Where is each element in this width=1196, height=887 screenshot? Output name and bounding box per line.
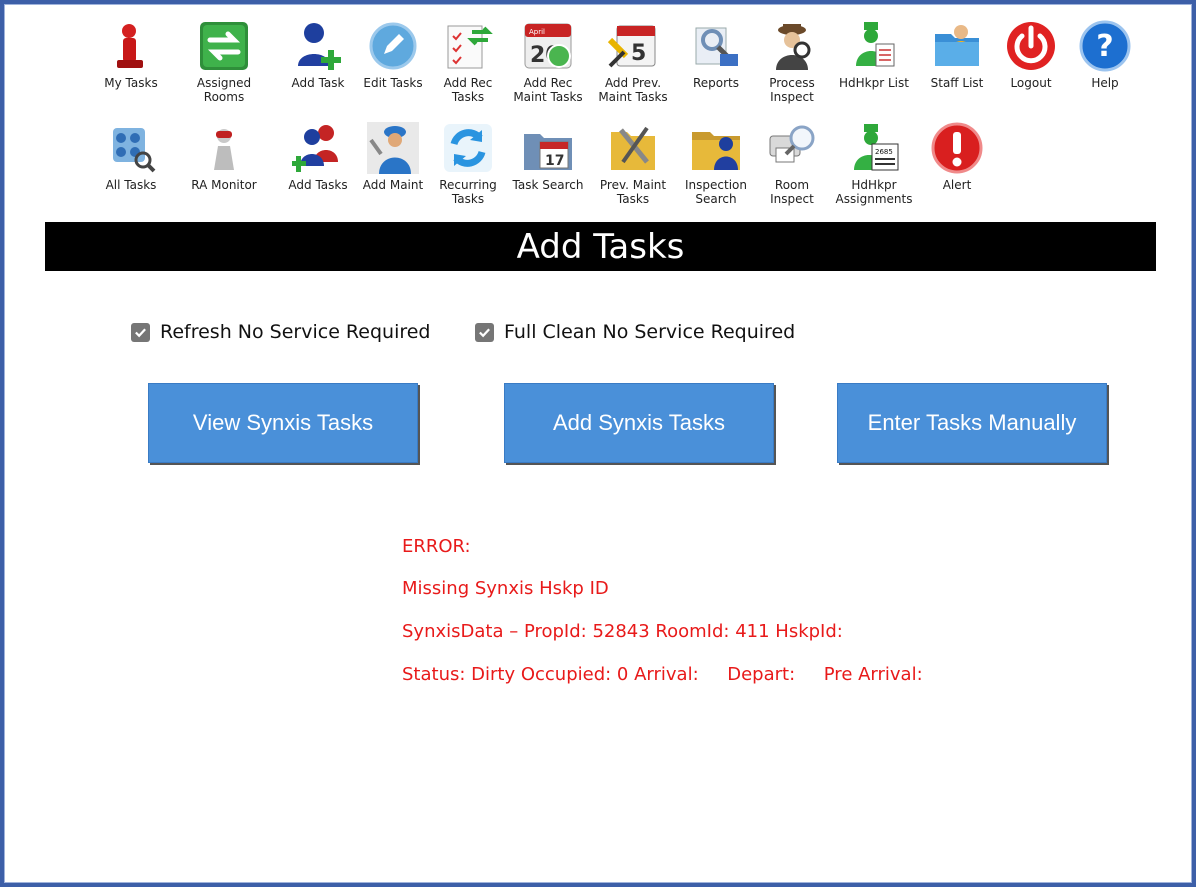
nav-label: Recurring Tasks [439, 178, 497, 206]
nav-add-maint[interactable]: Add Maint [351, 122, 435, 218]
nav-process-inspect[interactable]: Process Inspect [750, 20, 834, 116]
nav-label: My Tasks [104, 76, 158, 90]
enter-tasks-manually-button[interactable]: Enter Tasks Manually [837, 383, 1107, 463]
error-synxis-data: SynxisData – PropId: 52843 RoomId: 411 H… [402, 621, 843, 642]
nav-label: Assigned Rooms [196, 76, 252, 104]
refresh-no-service-option[interactable]: Refresh No Service Required [131, 320, 431, 344]
nav-help[interactable]: ? Help [1063, 20, 1147, 116]
reports-icon [695, 27, 738, 66]
error-message: Missing Synxis Hskp ID [402, 578, 609, 599]
nav-assigned-rooms[interactable]: Assigned Rooms [182, 20, 266, 116]
svg-text:?: ? [1096, 29, 1113, 64]
nav-label: Staff List [930, 76, 984, 90]
my-tasks-icon [117, 24, 143, 68]
nav-label: All Tasks [105, 178, 157, 192]
page-title: Add Tasks [45, 222, 1156, 271]
process-inspect-icon [776, 24, 811, 70]
nav-logout[interactable]: Logout [989, 20, 1073, 116]
alert-icon [931, 122, 983, 174]
add-task-icon [298, 23, 341, 70]
nav-label: Process Inspect [769, 76, 815, 104]
help-icon: ? [1079, 20, 1131, 72]
nav-label: Task Search [512, 178, 584, 192]
nav-label: Alert [942, 178, 972, 192]
svg-text:5: 5 [631, 41, 646, 66]
nav-room-inspect[interactable]: Room Inspect [750, 122, 834, 218]
nav-label: Add Prev. Maint Tasks [598, 76, 668, 104]
nav-add-rec-tasks[interactable]: Add Rec Tasks [426, 20, 510, 116]
nav-add-prev-maint-tasks[interactable]: 5 Add Prev. Maint Tasks [591, 20, 675, 116]
error-status: Status: Dirty Occupied: 0 Arrival: Depar… [402, 664, 923, 685]
nav-add-tasks[interactable]: Add Tasks [276, 122, 360, 218]
full-clean-no-service-checkbox[interactable] [475, 322, 494, 342]
nav-ra-monitor[interactable]: RA Monitor [182, 122, 266, 218]
nav-label: Add Tasks [288, 178, 348, 192]
refresh-no-service-label: Refresh No Service Required [160, 321, 431, 343]
nav-label: HdHkpr Assignments [835, 178, 913, 206]
checkmark-icon [479, 327, 490, 337]
nav-label: Help [1091, 76, 1119, 90]
nav-label: Add Rec Maint Tasks [513, 76, 583, 104]
nav-edit-tasks[interactable]: Edit Tasks [351, 20, 435, 116]
nav-my-tasks[interactable]: My Tasks [89, 20, 173, 116]
nav-label: Add Task [291, 76, 345, 90]
nav-staff-list[interactable]: Staff List [915, 20, 999, 116]
error-heading: ERROR: [402, 536, 471, 557]
add-rec-tasks-icon [447, 25, 493, 69]
full-clean-no-service-option[interactable]: Full Clean No Service Required [475, 320, 795, 344]
nav-prev-maint-tasks[interactable]: Prev. Maint Tasks [591, 122, 675, 218]
nav-recurring-tasks[interactable]: Recurring Tasks [426, 122, 510, 218]
nav-label: Room Inspect [770, 178, 814, 206]
full-clean-no-service-label: Full Clean No Service Required [504, 321, 796, 343]
add-maint-icon [367, 122, 419, 174]
nav-task-search[interactable]: 17 Task Search [506, 122, 590, 218]
nav-label: Reports [692, 76, 740, 90]
nav-inspection-search[interactable]: Inspection Search [674, 122, 758, 218]
add-rec-maint-tasks-icon: April 20 [524, 23, 572, 69]
nav-hdhkpr-assignments[interactable]: 2685 HdHkpr Assignments [832, 122, 916, 218]
hdhkpr-assignments-icon: 2685 [854, 124, 899, 171]
svg-text:17: 17 [545, 153, 564, 169]
nav-add-task[interactable]: Add Task [276, 20, 360, 116]
nav-label: HdHkpr List [839, 76, 909, 90]
all-tasks-icon [113, 128, 156, 173]
add-synxis-tasks-button[interactable]: Add Synxis Tasks [504, 383, 774, 463]
add-prev-maint-tasks-icon: 5 [607, 25, 656, 68]
logout-icon [1007, 22, 1055, 70]
assigned-rooms-icon [200, 22, 248, 70]
task-search-icon: 17 [524, 134, 572, 170]
nav-label: Add Rec Tasks [443, 76, 493, 104]
room-inspect-icon [769, 125, 815, 163]
nav-label: Inspection Search [685, 178, 747, 206]
prev-maint-tasks-icon [611, 126, 655, 170]
nav-hdhkpr-list[interactable]: HdHkpr List [832, 20, 916, 116]
add-tasks-icon [292, 125, 338, 172]
view-synxis-tasks-button[interactable]: View Synxis Tasks [148, 383, 418, 463]
nav-add-rec-maint-tasks[interactable]: April 20 Add Rec Maint Tasks [506, 20, 590, 116]
refresh-no-service-checkbox[interactable] [131, 322, 150, 342]
nav-label: Prev. Maint Tasks [599, 178, 667, 206]
recurring-tasks-icon [444, 124, 492, 172]
checkmark-icon [135, 327, 146, 337]
svg-text:April: April [529, 28, 545, 36]
nav-label: Add Maint [362, 178, 424, 192]
staff-list-icon [935, 25, 979, 66]
nav-label: RA Monitor [191, 178, 257, 192]
svg-text:2685: 2685 [875, 148, 893, 156]
nav-label: Logout [1010, 76, 1052, 90]
nav-label: Edit Tasks [363, 76, 423, 90]
nav-all-tasks[interactable]: All Tasks [89, 122, 173, 218]
nav-reports[interactable]: Reports [674, 20, 758, 116]
ra-monitor-icon [214, 129, 234, 170]
nav-alert[interactable]: Alert [915, 122, 999, 218]
edit-tasks-icon [369, 22, 417, 70]
inspection-search-icon [692, 132, 740, 170]
hdhkpr-list-icon [856, 22, 895, 67]
